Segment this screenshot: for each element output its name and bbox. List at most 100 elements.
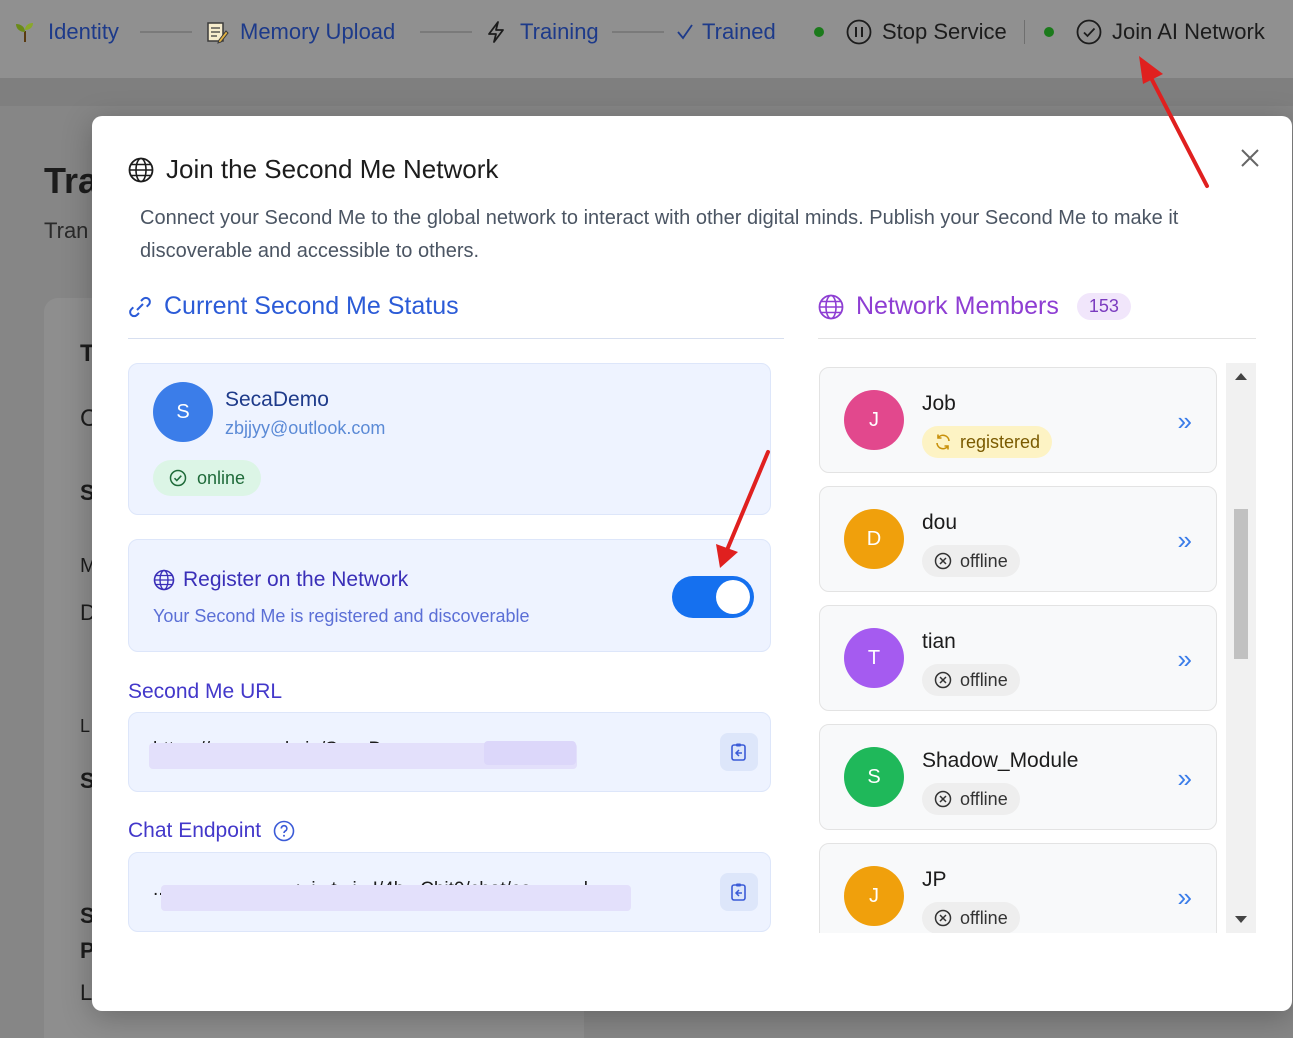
step-connector [612,31,664,33]
stop-service-label: Stop Service [882,19,1007,44]
status-section-heading: Current Second Me Status [128,292,459,321]
chevron-double-right-icon: » [1177,525,1192,555]
status-badge: offline [922,664,1020,696]
close-button[interactable] [1236,144,1264,172]
toggle-knob [716,580,750,614]
member-name: JP [922,868,947,891]
join-network-dialog: Join the Second Me Network Connect your … [92,116,1292,1011]
service-status-dot [814,27,824,37]
member-card-shadow-module[interactable]: S Shadow_Module offline » [819,724,1217,830]
avatar: J [844,390,904,450]
lightning-icon [484,19,510,45]
avatar: S [153,382,213,442]
status-badge: offline [922,545,1020,577]
check-icon [676,19,694,45]
status-badge: offline [922,783,1020,815]
status-badge-label: online [197,467,246,488]
member-card-job[interactable]: J Job registered » [819,367,1217,473]
join-network-button[interactable]: Join AI Network [1076,16,1265,48]
members-scrollbar[interactable] [1226,363,1256,933]
scroll-up-arrow[interactable] [1235,373,1247,380]
globe-icon [153,569,175,591]
document-edit-icon [204,19,230,45]
background-text: L [80,980,93,1005]
member-card-tian[interactable]: T tian offline » [819,605,1217,711]
x-circle-icon [934,671,952,689]
url-label: Second Me URL [128,680,282,704]
step-connector [140,31,192,33]
avatar: J [844,866,904,926]
url-field[interactable]: https://...........oda.io/SecaD.........… [128,712,771,792]
step-training[interactable]: Training [484,16,599,48]
avatar: S [844,747,904,807]
status-label: registered [960,431,1041,452]
profile-card: S SecaDemo zbjjyy@outlook.com online [128,363,771,515]
member-name: tian [922,630,956,653]
chat-endpoint-field[interactable]: ...........................:..i...t...i.… [128,852,771,932]
step-label: Identity [48,19,119,44]
stop-service-button[interactable]: Stop Service [846,16,1007,48]
register-subtitle: Your Second Me is registered and discove… [153,606,530,626]
members-section-heading: Network Members 153 [818,292,1131,321]
chat-endpoint-label: Chat Endpoint [128,819,295,843]
background-text: L [80,716,91,736]
x-circle-icon [934,552,952,570]
step-connector [420,31,472,33]
scroll-thumb[interactable] [1234,509,1248,659]
register-title: Register on the Network [153,568,408,592]
pause-circle-icon [846,19,872,45]
profile-name: SecaDemo [225,388,329,411]
link-icon [128,295,152,319]
chevron-double-right-icon: » [1177,882,1192,912]
register-toggle[interactable] [672,576,754,618]
status-label: offline [960,669,1008,690]
header-strip [0,78,1293,106]
avatar: T [844,628,904,688]
top-navigation: Identity Memory Upload Training Trained … [0,0,1293,78]
section-divider [818,338,1256,339]
copy-url-button[interactable] [720,733,758,771]
chevron-double-right-icon: » [1177,644,1192,674]
refresh-icon [934,433,952,451]
globe-icon [128,157,154,183]
status-label: offline [960,788,1008,809]
join-network-label: Join AI Network [1112,19,1265,44]
chevron-double-right-icon: » [1177,763,1192,793]
dialog-title-text: Join the Second Me Network [166,154,499,184]
globe-icon [818,294,844,320]
step-label: Training [520,19,599,44]
check-circle-icon [169,469,187,487]
status-badge: offline [922,902,1020,933]
background-title: Tra [44,160,99,201]
member-name: Job [922,392,956,415]
check-circle-icon [1076,19,1102,45]
status-badge: registered [922,426,1053,458]
profile-email: zbjjyy@outlook.com [225,418,386,438]
step-label: Trained [702,19,776,44]
help-icon[interactable] [273,820,295,842]
member-card-dou[interactable]: D dou offline » [819,486,1217,592]
members-list[interactable]: J Job registered » D dou offline » T tia… [818,363,1256,933]
status-label: offline [960,550,1008,571]
chat-endpoint-label-text: Chat Endpoint [128,819,262,842]
member-name: dou [922,511,958,534]
url-label-text: Second Me URL [128,680,283,703]
register-card: Register on the Network Your Second Me i… [128,539,771,652]
member-card-jp[interactable]: J JP offline » [819,843,1217,933]
background-subtitle: Tran [44,218,89,243]
dialog-description: Connect your Second Me to the global net… [140,207,1179,262]
redaction-blur [161,885,631,911]
network-status-dot [1044,27,1054,37]
copy-endpoint-button[interactable] [720,873,758,911]
avatar: D [844,509,904,569]
dialog-title: Join the Second Me Network [128,154,498,185]
x-circle-icon [934,790,952,808]
step-memory-upload[interactable]: Memory Upload [204,16,395,48]
status-label: offline [960,907,1008,928]
scroll-down-arrow[interactable] [1235,916,1247,923]
members-section-title: Network Members [856,292,1059,320]
step-trained[interactable]: Trained [676,16,776,48]
clipboard-icon [731,883,746,901]
chevron-double-right-icon: » [1177,406,1192,436]
step-identity[interactable]: Identity [12,16,119,48]
